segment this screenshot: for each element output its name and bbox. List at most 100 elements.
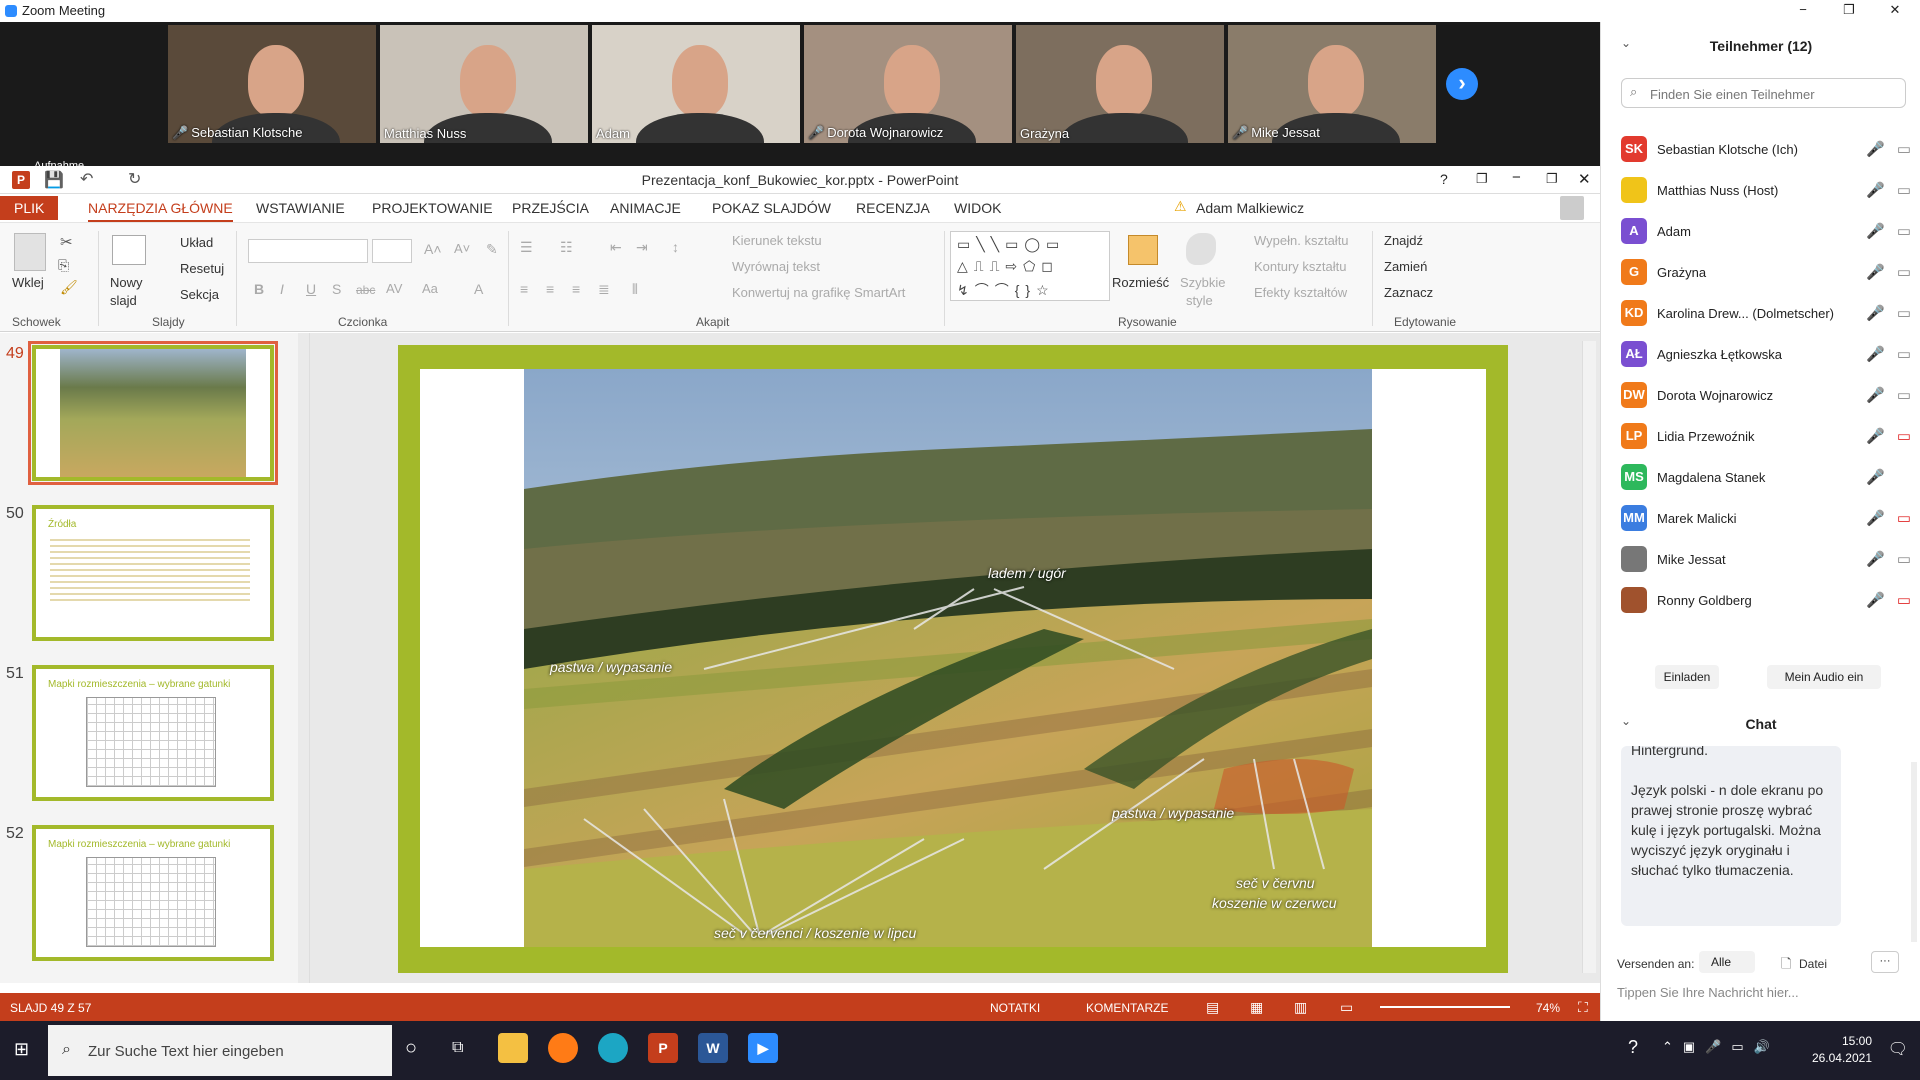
shape-fill-button[interactable]: Wypełn. kształtu xyxy=(1254,233,1349,248)
muted-mic-icon[interactable]: 🎤 xyxy=(1866,427,1885,445)
new-slide-button-line1[interactable]: Nowy xyxy=(110,275,143,290)
video-tile[interactable]: Grażyna xyxy=(1016,25,1224,143)
format-painter-icon[interactable]: 🖌 xyxy=(60,279,78,296)
ribbon-tab[interactable]: NARZĘDZIA GŁÓWNE xyxy=(88,200,233,222)
notes-button[interactable]: NOTATKI xyxy=(990,1001,1040,1015)
ppt-maximize-button[interactable]: ❐ xyxy=(1546,171,1558,187)
mic-icon[interactable]: 🎤 xyxy=(1866,181,1885,199)
ribbon-tab[interactable]: WIDOK xyxy=(954,200,1001,216)
video-tile[interactable]: 🎤 Sebastian Klotsche xyxy=(168,25,376,143)
video-tile[interactable]: Matthias Nuss xyxy=(380,25,588,143)
section-button[interactable]: Sekcja xyxy=(180,287,219,302)
video-off-icon[interactable]: ▭ xyxy=(1897,427,1911,445)
change-case-icon[interactable]: Aa xyxy=(422,281,438,296)
video-icon[interactable]: ▭ xyxy=(1897,181,1911,199)
help-button[interactable]: ? xyxy=(1440,171,1448,187)
line-spacing-icon[interactable]: ↕ xyxy=(672,239,679,255)
quick-styles-line2[interactable]: style xyxy=(1186,293,1213,308)
muted-mic-icon[interactable]: 🎤 xyxy=(1866,140,1885,158)
mic-icon[interactable]: 🎤 xyxy=(1866,263,1885,281)
invite-button[interactable]: Einladen xyxy=(1655,665,1719,689)
numbering-icon[interactable]: ☷ xyxy=(560,239,573,256)
paste-button[interactable]: Wklej xyxy=(12,275,44,290)
edge-icon[interactable] xyxy=(598,1033,628,1063)
bold-icon[interactable]: B xyxy=(254,281,264,297)
ribbon-tab[interactable]: PLIK xyxy=(0,196,59,220)
muted-mic-icon[interactable]: 🎤 xyxy=(1866,345,1885,363)
notifications-icon[interactable]: 🗨 xyxy=(1888,1039,1908,1059)
layout-button[interactable]: Układ xyxy=(180,235,213,250)
word-taskbar-icon[interactable]: W xyxy=(698,1033,728,1063)
signed-in-user[interactable]: Adam Malkiewicz xyxy=(1196,200,1304,216)
underline-icon[interactable]: U xyxy=(306,281,316,297)
reset-button[interactable]: Resetuj xyxy=(180,261,224,276)
shape-outline-button[interactable]: Kontury kształtu xyxy=(1254,259,1347,274)
arrange-icon[interactable] xyxy=(1128,235,1158,265)
next-video-page-button[interactable]: › xyxy=(1446,68,1478,100)
reading-view-icon[interactable]: ▥ xyxy=(1294,999,1307,1016)
participant-row[interactable]: DW Dorota Wojnarowicz 🎤 ▭ xyxy=(1621,376,1911,417)
font-color-icon[interactable]: A xyxy=(474,281,483,297)
powerpoint-taskbar-icon[interactable]: P xyxy=(648,1033,678,1063)
file-button[interactable]: Datei xyxy=(1799,957,1827,971)
participant-row[interactable]: KD Karolina Drew... (Dolmetscher) 🎤 ▭ xyxy=(1621,294,1911,335)
increase-indent-icon[interactable]: ⇥ xyxy=(636,239,648,256)
muted-mic-icon[interactable]: 🎤 xyxy=(1866,386,1885,404)
windows-start-icon[interactable]: ⊞ xyxy=(14,1039,29,1060)
align-right-icon[interactable]: ≡ xyxy=(572,281,580,297)
video-icon[interactable]: ▭ xyxy=(1897,550,1911,568)
quick-styles-icon[interactable] xyxy=(1186,233,1216,265)
decrease-indent-icon[interactable]: ⇤ xyxy=(610,239,622,256)
video-icon[interactable]: ▭ xyxy=(1897,222,1911,240)
ribbon-tab[interactable]: PRZEJŚCIA xyxy=(512,200,589,216)
font-size-box[interactable] xyxy=(372,239,412,263)
video-tile[interactable]: 🎤 Mike Jessat xyxy=(1228,25,1436,143)
participant-row[interactable]: A Adam 🎤 ▭ xyxy=(1621,212,1911,253)
ribbon-tab[interactable]: PROJEKTOWANIE xyxy=(372,200,493,216)
text-direction-button[interactable]: Kierunek tekstu xyxy=(732,233,822,248)
user-avatar-icon[interactable] xyxy=(1560,196,1584,220)
video-off-icon[interactable]: ▭ xyxy=(1897,591,1911,609)
muted-mic-icon[interactable]: 🎤 xyxy=(1866,468,1885,486)
thumbnail-scrollbar[interactable] xyxy=(298,333,309,983)
participant-row[interactable]: AŁ Agnieszka Łętkowska 🎤 ▭ xyxy=(1621,335,1911,376)
participant-row[interactable]: Ronny Goldberg 🎤 ▭ xyxy=(1621,581,1911,622)
strikethrough-icon[interactable]: abc xyxy=(356,283,375,297)
slide-thumbnails-pane[interactable]: 49 50 Źródła 51 Mapki rozmieszczenia – wybra… xyxy=(0,333,310,983)
send-to-select[interactable]: Alle xyxy=(1699,951,1755,973)
join-audio-button[interactable]: Mein Audio ein xyxy=(1767,665,1881,689)
find-button[interactable]: Znajdź xyxy=(1384,233,1423,248)
font-name-box[interactable] xyxy=(248,239,368,263)
slide-thumbnail[interactable]: Mapki rozmieszczenia – wybrane gatunki xyxy=(32,825,274,961)
bullets-icon[interactable]: ☰ xyxy=(520,239,533,256)
cortana-icon[interactable]: ○ xyxy=(405,1037,417,1060)
new-slide-icon[interactable] xyxy=(112,235,146,265)
shrink-font-icon[interactable]: A˅ xyxy=(454,241,470,256)
participant-row[interactable]: G Grażyna 🎤 ▭ xyxy=(1621,253,1911,294)
participant-row[interactable]: SK Sebastian Klotsche (Ich) 🎤 ▭ xyxy=(1621,130,1911,171)
ribbon-tab[interactable]: RECENZJA xyxy=(856,200,930,216)
arrange-button[interactable]: Rozmieść xyxy=(1112,275,1169,290)
ribbon-tab[interactable]: POKAZ SLAJDÓW xyxy=(712,200,831,216)
mic-icon[interactable]: 🎤 xyxy=(1866,304,1885,322)
file-explorer-icon[interactable] xyxy=(498,1033,528,1063)
slideshow-icon[interactable]: ▭ xyxy=(1340,999,1353,1016)
clear-format-icon[interactable]: ✎ xyxy=(486,241,498,258)
ribbon-display-button[interactable]: ❐ xyxy=(1476,171,1488,187)
video-icon[interactable]: ▭ xyxy=(1897,304,1911,322)
task-view-icon[interactable]: ⧉ xyxy=(452,1039,463,1057)
grow-font-icon[interactable]: A˄ xyxy=(424,241,442,257)
minimize-button[interactable]: − xyxy=(1780,0,1826,22)
slide-thumbnail[interactable]: Mapki rozmieszczenia – wybrane gatunki xyxy=(32,665,274,801)
replace-button[interactable]: Zamień xyxy=(1384,259,1427,274)
video-tile[interactable]: Adam xyxy=(592,25,800,143)
help-tray-icon[interactable]: ? xyxy=(1628,1037,1638,1058)
mic-icon[interactable]: 🎤 xyxy=(1866,222,1885,240)
italic-icon[interactable]: I xyxy=(280,281,284,297)
char-spacing-icon[interactable]: AV xyxy=(386,281,402,296)
zoom-slider[interactable] xyxy=(1380,1006,1510,1008)
ppt-minimize-button[interactable]: − xyxy=(1512,169,1521,186)
select-button[interactable]: Zaznacz xyxy=(1384,285,1433,300)
video-off-icon[interactable]: ▭ xyxy=(1897,509,1911,527)
slide-editor[interactable]: ladem / ugór pastwa / wypasanie pastwa /… xyxy=(310,333,1600,983)
